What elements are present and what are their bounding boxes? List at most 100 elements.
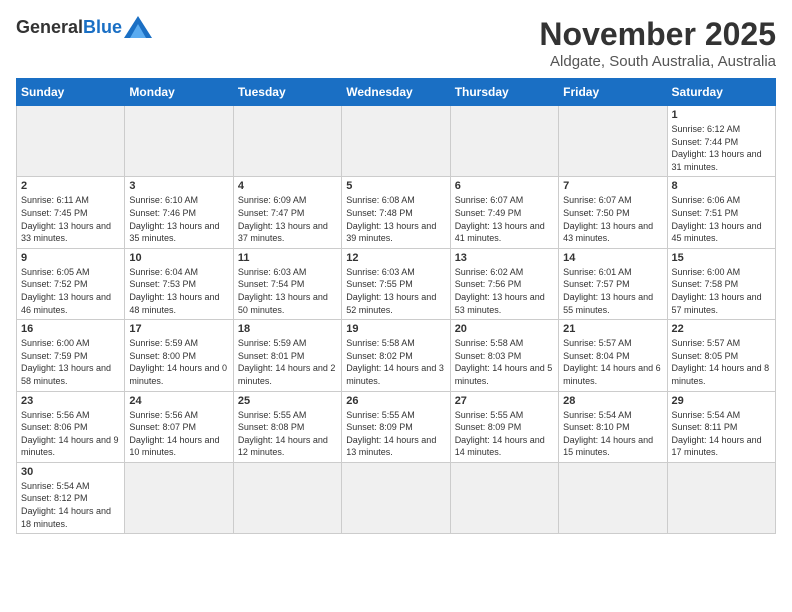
day-number: 30 — [21, 466, 120, 478]
day-number: 16 — [21, 323, 120, 335]
day-info: Sunrise: 5:58 AMSunset: 8:02 PMDaylight:… — [346, 337, 445, 387]
calendar-cell: 16 Sunrise: 6:00 AMSunset: 7:59 PMDayligh… — [17, 320, 125, 391]
day-info: Sunrise: 5:54 AMSunset: 8:12 PMDaylight:… — [21, 480, 120, 530]
calendar-cell — [450, 462, 558, 533]
day-number: 12 — [346, 252, 445, 264]
day-number: 19 — [346, 323, 445, 335]
calendar-cell: 10 Sunrise: 6:04 AMSunset: 7:53 PMDayligh… — [125, 248, 233, 319]
calendar-cell: 1Sunrise: 6:12 AMSunset: 7:44 PMDaylight… — [667, 106, 775, 177]
header-monday: Monday — [125, 79, 233, 106]
calendar-row-4: 23 Sunrise: 5:56 AMSunset: 8:06 PMDayligh… — [17, 391, 776, 462]
day-number: 23 — [21, 395, 120, 407]
day-info: Sunrise: 6:11 AMSunset: 7:45 PMDaylight:… — [21, 194, 120, 244]
calendar-cell — [559, 106, 667, 177]
day-info: Sunrise: 6:08 AMSunset: 7:48 PMDaylight:… — [346, 194, 445, 244]
calendar-cell — [233, 462, 341, 533]
day-number: 22 — [672, 323, 771, 335]
header-saturday: Saturday — [667, 79, 775, 106]
weekday-header-row: Sunday Monday Tuesday Wednesday Thursday… — [17, 79, 776, 106]
day-info: Sunrise: 5:58 AMSunset: 8:03 PMDaylight:… — [455, 337, 554, 387]
calendar-cell — [233, 106, 341, 177]
day-number: 6 — [455, 180, 554, 192]
day-number: 3 — [129, 180, 228, 192]
day-number: 2 — [21, 180, 120, 192]
day-info: Sunrise: 6:04 AMSunset: 7:53 PMDaylight:… — [129, 266, 228, 316]
calendar-cell: 5Sunrise: 6:08 AMSunset: 7:48 PMDaylight… — [342, 177, 450, 248]
day-number: 7 — [563, 180, 662, 192]
day-info: Sunrise: 5:56 AMSunset: 8:07 PMDaylight:… — [129, 409, 228, 459]
day-info: Sunrise: 6:00 AMSunset: 7:58 PMDaylight:… — [672, 266, 771, 316]
calendar-cell: 3 Sunrise: 6:10 AMSunset: 7:46 PMDaylight… — [125, 177, 233, 248]
calendar-cell: 7 Sunrise: 6:07 AMSunset: 7:50 PMDaylight… — [559, 177, 667, 248]
calendar-cell: 27 Sunrise: 5:55 AMSunset: 8:09 PMDayligh… — [450, 391, 558, 462]
day-info: Sunrise: 6:03 AMSunset: 7:54 PMDaylight:… — [238, 266, 337, 316]
day-info: Sunrise: 6:00 AMSunset: 7:59 PMDaylight:… — [21, 337, 120, 387]
logo-blue: Blue — [83, 17, 122, 38]
day-info: Sunrise: 6:10 AMSunset: 7:46 PMDaylight:… — [129, 194, 228, 244]
day-info: Sunrise: 6:07 AMSunset: 7:49 PMDaylight:… — [455, 194, 554, 244]
header-friday: Friday — [559, 79, 667, 106]
calendar-cell: 24Sunrise: 5:56 AMSunset: 8:07 PMDayligh… — [125, 391, 233, 462]
day-number: 8 — [672, 180, 771, 192]
calendar-cell: 26Sunrise: 5:55 AMSunset: 8:09 PMDayligh… — [342, 391, 450, 462]
header-thursday: Thursday — [450, 79, 558, 106]
day-info: Sunrise: 6:06 AMSunset: 7:51 PMDaylight:… — [672, 194, 771, 244]
day-number: 4 — [238, 180, 337, 192]
day-number: 11 — [238, 252, 337, 264]
day-info: Sunrise: 6:07 AMSunset: 7:50 PMDaylight:… — [563, 194, 662, 244]
calendar-cell — [667, 462, 775, 533]
calendar-cell — [342, 106, 450, 177]
calendar-cell — [17, 106, 125, 177]
calendar-row-0: 1Sunrise: 6:12 AMSunset: 7:44 PMDaylight… — [17, 106, 776, 177]
calendar-cell — [559, 462, 667, 533]
day-info: Sunrise: 5:54 AMSunset: 8:10 PMDaylight:… — [563, 409, 662, 459]
calendar-cell: 25Sunrise: 5:55 AMSunset: 8:08 PMDayligh… — [233, 391, 341, 462]
day-number: 29 — [672, 395, 771, 407]
day-number: 27 — [455, 395, 554, 407]
day-number: 18 — [238, 323, 337, 335]
day-info: Sunrise: 5:55 AMSunset: 8:09 PMDaylight:… — [455, 409, 554, 459]
calendar-cell: 28 Sunrise: 5:54 AMSunset: 8:10 PMDayligh… — [559, 391, 667, 462]
calendar-cell: 17Sunrise: 5:59 AMSunset: 8:00 PMDayligh… — [125, 320, 233, 391]
calendar-cell — [125, 106, 233, 177]
day-number: 17 — [129, 323, 228, 335]
calendar-cell: 29 Sunrise: 5:54 AMSunset: 8:11 PMDayligh… — [667, 391, 775, 462]
logo: GeneralBlue — [16, 16, 152, 38]
day-number: 28 — [563, 395, 662, 407]
day-info: Sunrise: 5:55 AMSunset: 8:08 PMDaylight:… — [238, 409, 337, 459]
calendar-cell: 18Sunrise: 5:59 AMSunset: 8:01 PMDayligh… — [233, 320, 341, 391]
day-info: Sunrise: 5:57 AMSunset: 8:05 PMDaylight:… — [672, 337, 771, 387]
day-info: Sunrise: 6:05 AMSunset: 7:52 PMDaylight:… — [21, 266, 120, 316]
calendar-cell: 11 Sunrise: 6:03 AMSunset: 7:54 PMDayligh… — [233, 248, 341, 319]
calendar-row-1: 2 Sunrise: 6:11 AMSunset: 7:45 PMDaylight… — [17, 177, 776, 248]
logo-general: General — [16, 17, 83, 38]
header-wednesday: Wednesday — [342, 79, 450, 106]
calendar-cell: 12Sunrise: 6:03 AMSunset: 7:55 PMDayligh… — [342, 248, 450, 319]
calendar-cell — [125, 462, 233, 533]
header-sunday: Sunday — [17, 79, 125, 106]
calendar-cell — [450, 106, 558, 177]
day-number: 10 — [129, 252, 228, 264]
day-info: Sunrise: 6:12 AMSunset: 7:44 PMDaylight:… — [672, 123, 771, 173]
calendar-cell: 20 Sunrise: 5:58 AMSunset: 8:03 PMDayligh… — [450, 320, 558, 391]
calendar-cell: 2 Sunrise: 6:11 AMSunset: 7:45 PMDaylight… — [17, 177, 125, 248]
location: Aldgate, South Australia, Australia — [539, 53, 776, 70]
day-info: Sunrise: 5:56 AMSunset: 8:06 PMDaylight:… — [21, 409, 120, 459]
day-info: Sunrise: 5:54 AMSunset: 8:11 PMDaylight:… — [672, 409, 771, 459]
day-number: 21 — [563, 323, 662, 335]
day-info: Sunrise: 6:02 AMSunset: 7:56 PMDaylight:… — [455, 266, 554, 316]
calendar-cell: 6 Sunrise: 6:07 AMSunset: 7:49 PMDaylight… — [450, 177, 558, 248]
calendar-cell: 15Sunrise: 6:00 AMSunset: 7:58 PMDayligh… — [667, 248, 775, 319]
month-title: November 2025 — [539, 16, 776, 53]
day-info: Sunrise: 5:55 AMSunset: 8:09 PMDaylight:… — [346, 409, 445, 459]
day-number: 20 — [455, 323, 554, 335]
day-number: 13 — [455, 252, 554, 264]
day-number: 14 — [563, 252, 662, 264]
logo-icon — [124, 16, 152, 38]
day-number: 9 — [21, 252, 120, 264]
calendar-cell: 4Sunrise: 6:09 AMSunset: 7:47 PMDaylight… — [233, 177, 341, 248]
calendar-cell: 13 Sunrise: 6:02 AMSunset: 7:56 PMDayligh… — [450, 248, 558, 319]
page-header: GeneralBlue November 2025 Aldgate, South… — [16, 16, 776, 70]
header-tuesday: Tuesday — [233, 79, 341, 106]
calendar-row-5: 30 Sunrise: 5:54 AMSunset: 8:12 PMDayligh… — [17, 462, 776, 533]
